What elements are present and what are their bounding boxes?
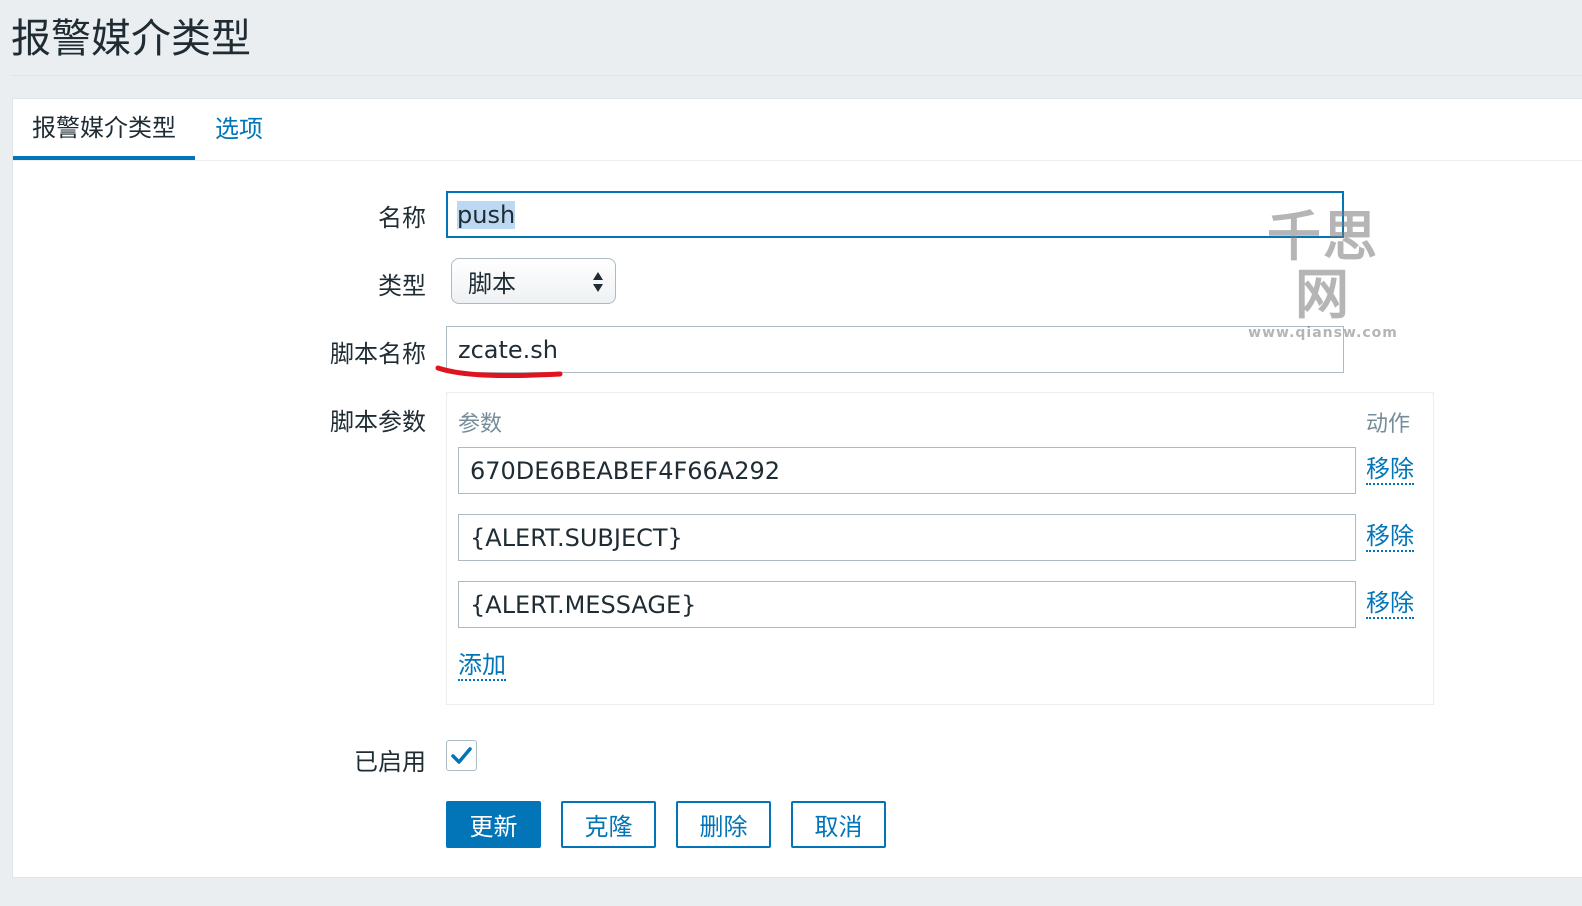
param-input-3[interactable]: {ALERT.MESSAGE} <box>458 581 1356 628</box>
enabled-label: 已启用 <box>354 748 426 776</box>
param-input-3-value: {ALERT.MESSAGE} <box>470 590 697 619</box>
type-label: 类型 <box>378 272 426 300</box>
script-name-input[interactable]: zcate.sh <box>446 326 1344 373</box>
param-column-header: 参数 <box>458 412 503 437</box>
type-select-value: 脚本 <box>468 269 516 298</box>
tab-options[interactable]: 选项 <box>215 99 263 160</box>
red-underline-annotation <box>435 365 563 379</box>
remove-param-3-link[interactable]: 移除 <box>1366 589 1414 619</box>
remove-param-1-link[interactable]: 移除 <box>1366 455 1414 485</box>
clone-button[interactable]: 克隆 <box>561 801 656 848</box>
remove-param-2-link[interactable]: 移除 <box>1366 522 1414 552</box>
cancel-button[interactable]: 取消 <box>791 801 886 848</box>
delete-button[interactable]: 删除 <box>676 801 771 848</box>
param-input-1-value: 670DE6BEABEF4F66A292 <box>470 456 781 485</box>
page-title: 报警媒介类型 <box>11 16 251 62</box>
param-input-1[interactable]: 670DE6BEABEF4F66A292 <box>458 447 1356 494</box>
add-param-link[interactable]: 添加 <box>458 651 506 681</box>
script-params-label: 脚本参数 <box>330 408 426 436</box>
watermark: 千思网 www.qiansw.com <box>1244 208 1402 342</box>
script-name-label: 脚本名称 <box>330 340 426 368</box>
enabled-checkbox[interactable] <box>446 740 477 771</box>
watermark-main-text: 千思网 <box>1267 205 1379 326</box>
name-input[interactable]: push <box>446 191 1344 238</box>
name-input-value: push <box>457 200 516 229</box>
select-arrows-icon <box>593 272 603 292</box>
update-button[interactable]: 更新 <box>446 801 541 848</box>
title-divider <box>11 75 1582 76</box>
checkmark-icon <box>451 747 472 764</box>
watermark-sub-text: www.qiansw.com <box>1248 325 1398 341</box>
name-label: 名称 <box>378 204 426 232</box>
script-name-input-value: zcate.sh <box>458 335 559 364</box>
tab-bar: 报警媒介类型 选项 <box>13 99 1582 161</box>
type-select[interactable]: 脚本 <box>451 258 616 304</box>
param-input-2[interactable]: {ALERT.SUBJECT} <box>458 514 1356 561</box>
tab-media-type[interactable]: 报警媒介类型 <box>13 99 195 160</box>
param-input-2-value: {ALERT.SUBJECT} <box>470 523 683 552</box>
action-column-header: 动作 <box>1366 412 1411 437</box>
